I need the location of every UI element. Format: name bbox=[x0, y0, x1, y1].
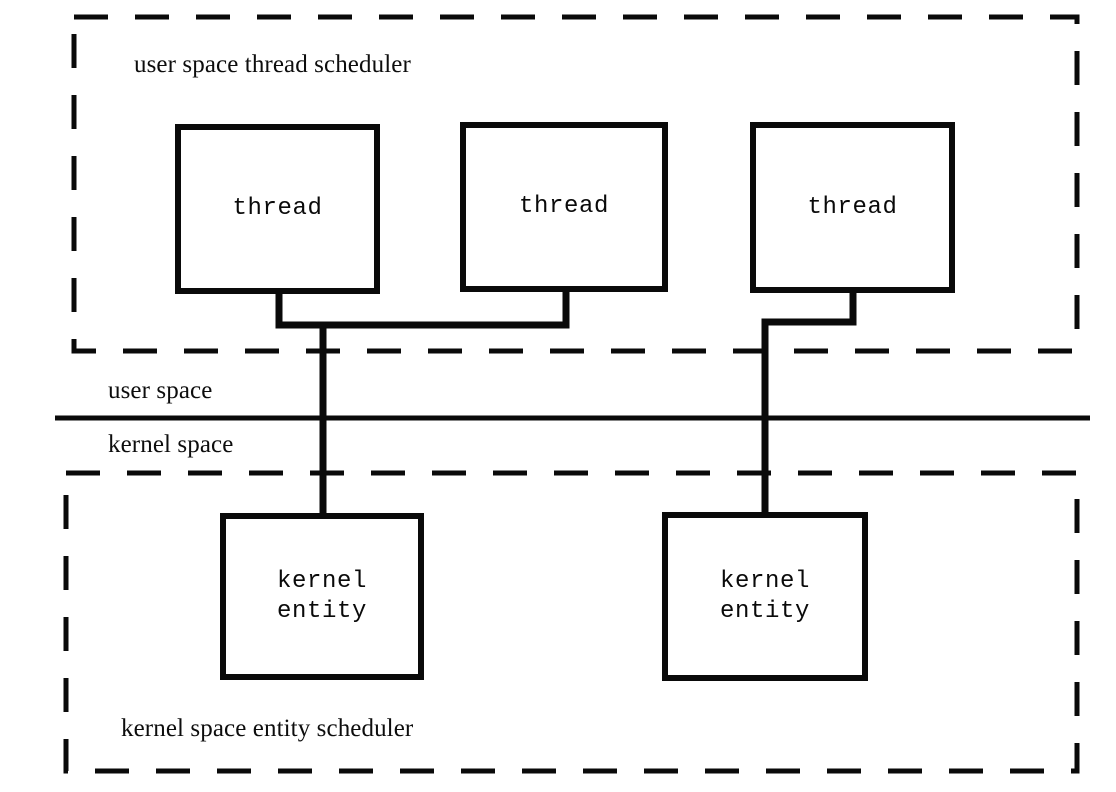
kernel-scheduler-region-label: kernel space entity scheduler bbox=[121, 715, 414, 742]
connector-thread1-bus bbox=[275, 291, 570, 329]
thread-node-2: thread bbox=[460, 122, 668, 292]
connector-thread3-to-kernel-entity-2 bbox=[761, 292, 857, 514]
user-space-label: user space bbox=[108, 377, 213, 404]
thread-node-1: thread bbox=[175, 124, 380, 294]
thread-node-3: thread bbox=[750, 122, 955, 293]
thread-node-1-label: thread bbox=[232, 195, 323, 223]
kernel-entity-node-2-label: kernel entity bbox=[719, 568, 810, 625]
kernel-entity-node-1: kernel entity bbox=[220, 513, 424, 680]
kernel-space-label: kernel space bbox=[108, 431, 234, 458]
thread-node-3-label: thread bbox=[807, 193, 898, 221]
kernel-entity-node-2: kernel entity bbox=[662, 512, 868, 681]
diagram-canvas: user space thread scheduler user space k… bbox=[0, 0, 1116, 792]
thread-node-2-label: thread bbox=[518, 193, 609, 221]
user-scheduler-region-label: user space thread scheduler bbox=[134, 51, 411, 78]
kernel-entity-node-1-label: kernel entity bbox=[276, 568, 367, 625]
